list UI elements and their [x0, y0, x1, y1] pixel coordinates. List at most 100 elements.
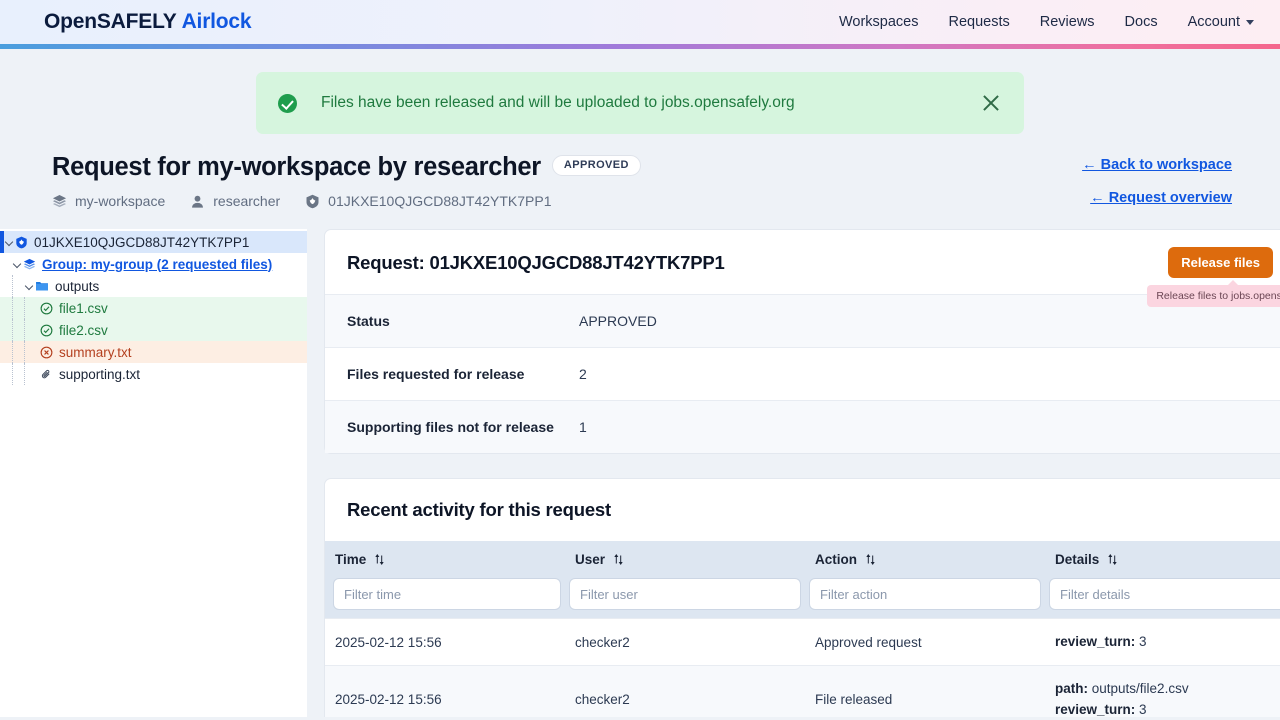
sort-icon[interactable] — [865, 553, 876, 566]
nav-label: Docs — [1124, 14, 1158, 30]
app-logo[interactable]: OpenSAFELY Airlock — [44, 10, 252, 34]
brand-primary: OpenSAFELY — [44, 10, 177, 33]
cell-details: review_turn: 3 — [1045, 617, 1280, 666]
detail-value: 3 — [1139, 701, 1147, 717]
nav-item-account[interactable]: Account — [1188, 14, 1254, 30]
page-heading: Request for my-workspace by researcher AP… — [0, 134, 1280, 209]
meta-label: 01JKXE10QJGCD88JT42YTK7PP1 — [328, 193, 552, 209]
nav-item-docs[interactable]: Docs — [1125, 14, 1158, 30]
tree-node-label: outputs — [55, 278, 100, 294]
filter-time-input[interactable] — [333, 578, 561, 610]
filter-action-input[interactable] — [809, 578, 1041, 610]
alert-message: Files have been released and will be upl… — [321, 94, 795, 111]
content-split: 01JKXE10QJGCD88JT42YTK7PP1 Group: my-gro… — [0, 229, 1280, 717]
alert-container: Files have been released and will be upl… — [0, 49, 1280, 134]
nav-item-requests[interactable]: Requests — [948, 14, 1009, 30]
summary-value: 1 — [579, 419, 587, 435]
tree-group-link[interactable]: Group: my-group (2 requested files) — [42, 257, 272, 272]
title-block: Request for my-workspace by researcher AP… — [52, 153, 1082, 209]
summary-row-supporting-files: Supporting files not for release 1 — [325, 400, 1280, 453]
meta-label: my-workspace — [75, 193, 166, 209]
page-meta: my-workspace researcher 01JKXE10QJGCD88J… — [52, 193, 1082, 209]
nav-label: Workspaces — [838, 14, 919, 30]
tree-node-file1[interactable]: file1.csv — [0, 297, 307, 319]
column-header-details[interactable]: Details — [1045, 541, 1280, 578]
column-label: Action — [815, 552, 857, 567]
detail-key: review_turn: — [1055, 634, 1136, 649]
cell-user: checker2 — [565, 617, 805, 666]
tree-node-label: supporting.txt — [59, 366, 141, 382]
chevron-down-icon[interactable] — [4, 237, 15, 248]
meta-user: researcher — [190, 193, 280, 209]
column-label: Details — [1055, 552, 1100, 567]
release-files-button[interactable]: Release files — [1168, 247, 1273, 278]
filter-user-input[interactable] — [569, 578, 801, 610]
back-to-workspace-link[interactable]: ← Back to workspace — [1082, 157, 1232, 173]
request-card-header: Request: 01JKXE10QJGCD88JT42YTK7PP1 Rele… — [325, 230, 1280, 307]
meta-workspace: my-workspace — [52, 193, 165, 209]
sort-icon[interactable] — [374, 553, 385, 566]
activity-table: Time User Action Details 2025-02-12 15 — [325, 541, 1280, 717]
column-header-time[interactable]: Time — [325, 541, 565, 578]
request-summary-card: Request: 01JKXE10QJGCD88JT42YTK7PP1 Rele… — [324, 229, 1280, 454]
detail-key: review_turn: — [1055, 701, 1136, 717]
table-row: 2025-02-12 15:56 checker2 File released … — [325, 665, 1280, 717]
page-links: ← Back to workspace ← Request overview — [1082, 153, 1232, 206]
sort-icon[interactable] — [613, 553, 624, 566]
tree-node-group[interactable]: Group: my-group (2 requested files) — [0, 253, 307, 275]
detail-value: outputs/file2.csv — [1091, 681, 1189, 697]
tree-node-label: file1.csv — [59, 300, 108, 316]
summary-row-files-requested: Files requested for release 2 — [325, 347, 1280, 400]
main-content: Request: 01JKXE10QJGCD88JT42YTK7PP1 Rele… — [307, 229, 1280, 717]
column-header-action[interactable]: Action — [805, 541, 1045, 578]
tree-node-supporting[interactable]: supporting.txt — [0, 363, 307, 385]
tree-node-file2[interactable]: file2.csv — [0, 319, 307, 341]
filter-details-input[interactable] — [1049, 578, 1280, 610]
close-icon[interactable] — [980, 92, 1002, 114]
detail-key: path: — [1055, 681, 1088, 697]
cell-action: File released — [805, 665, 1045, 717]
nav-label: Reviews — [1039, 14, 1095, 30]
cell-action: Approved request — [805, 617, 1045, 666]
nav-label: Requests — [948, 14, 1010, 30]
page-title: Request for my-workspace by researcher — [52, 153, 541, 181]
status-badge: APPROVED — [551, 155, 641, 176]
file-tree: 01JKXE10QJGCD88JT42YTK7PP1 Group: my-gro… — [0, 229, 307, 717]
top-navigation-bar: OpenSAFELY Airlock Workspaces Requests Re… — [0, 0, 1280, 44]
nav-links: Workspaces Requests Reviews Docs Account — [839, 14, 1254, 30]
activity-filter-row — [325, 578, 1280, 619]
check-circle-icon — [278, 93, 297, 113]
brand-secondary: Airlock — [181, 10, 252, 33]
x-circle-icon — [40, 346, 53, 359]
activity-header-row: Time User Action Details — [325, 541, 1280, 578]
cell-time: 2025-02-12 15:56 — [325, 617, 565, 666]
tree-node-root[interactable]: 01JKXE10QJGCD88JT42YTK7PP1 — [0, 231, 307, 253]
nav-item-reviews[interactable]: Reviews — [1040, 14, 1095, 30]
tree-node-label: summary.txt — [59, 344, 132, 360]
chevron-down-icon[interactable] — [24, 281, 35, 292]
tree-node-summary[interactable]: summary.txt — [0, 341, 307, 363]
layers-icon — [23, 258, 36, 271]
tree-node-label: 01JKXE10QJGCD88JT42YTK7PP1 — [34, 234, 250, 250]
nav-label: Account — [1187, 14, 1240, 30]
request-overview-link[interactable]: ← Request overview — [1082, 190, 1232, 206]
column-header-user[interactable]: User — [565, 541, 805, 578]
summary-key: Supporting files not for release — [347, 419, 554, 435]
paperclip-icon — [40, 368, 53, 381]
summary-value: 2 — [579, 366, 587, 382]
tree-node-folder[interactable]: outputs — [0, 275, 307, 297]
chevron-down-icon[interactable] — [12, 259, 23, 270]
summary-key: Files requested for release — [347, 366, 525, 382]
activity-title: Recent activity for this request — [347, 499, 611, 520]
folder-icon — [35, 279, 49, 293]
detail-value: 3 — [1139, 634, 1147, 649]
request-card-title: Request: 01JKXE10QJGCD88JT42YTK7PP1 — [347, 251, 725, 273]
sort-icon[interactable] — [1107, 553, 1118, 566]
table-row: 2025-02-12 15:56 checker2 Approved reque… — [325, 617, 1280, 666]
box-icon — [15, 236, 28, 249]
column-label: User — [575, 552, 606, 567]
tree-node-label: file2.csv — [59, 322, 108, 338]
meta-request-id: 01JKXE10QJGCD88JT42YTK7PP1 — [305, 193, 552, 209]
cell-user: checker2 — [565, 665, 805, 717]
nav-item-workspaces[interactable]: Workspaces — [839, 14, 919, 30]
